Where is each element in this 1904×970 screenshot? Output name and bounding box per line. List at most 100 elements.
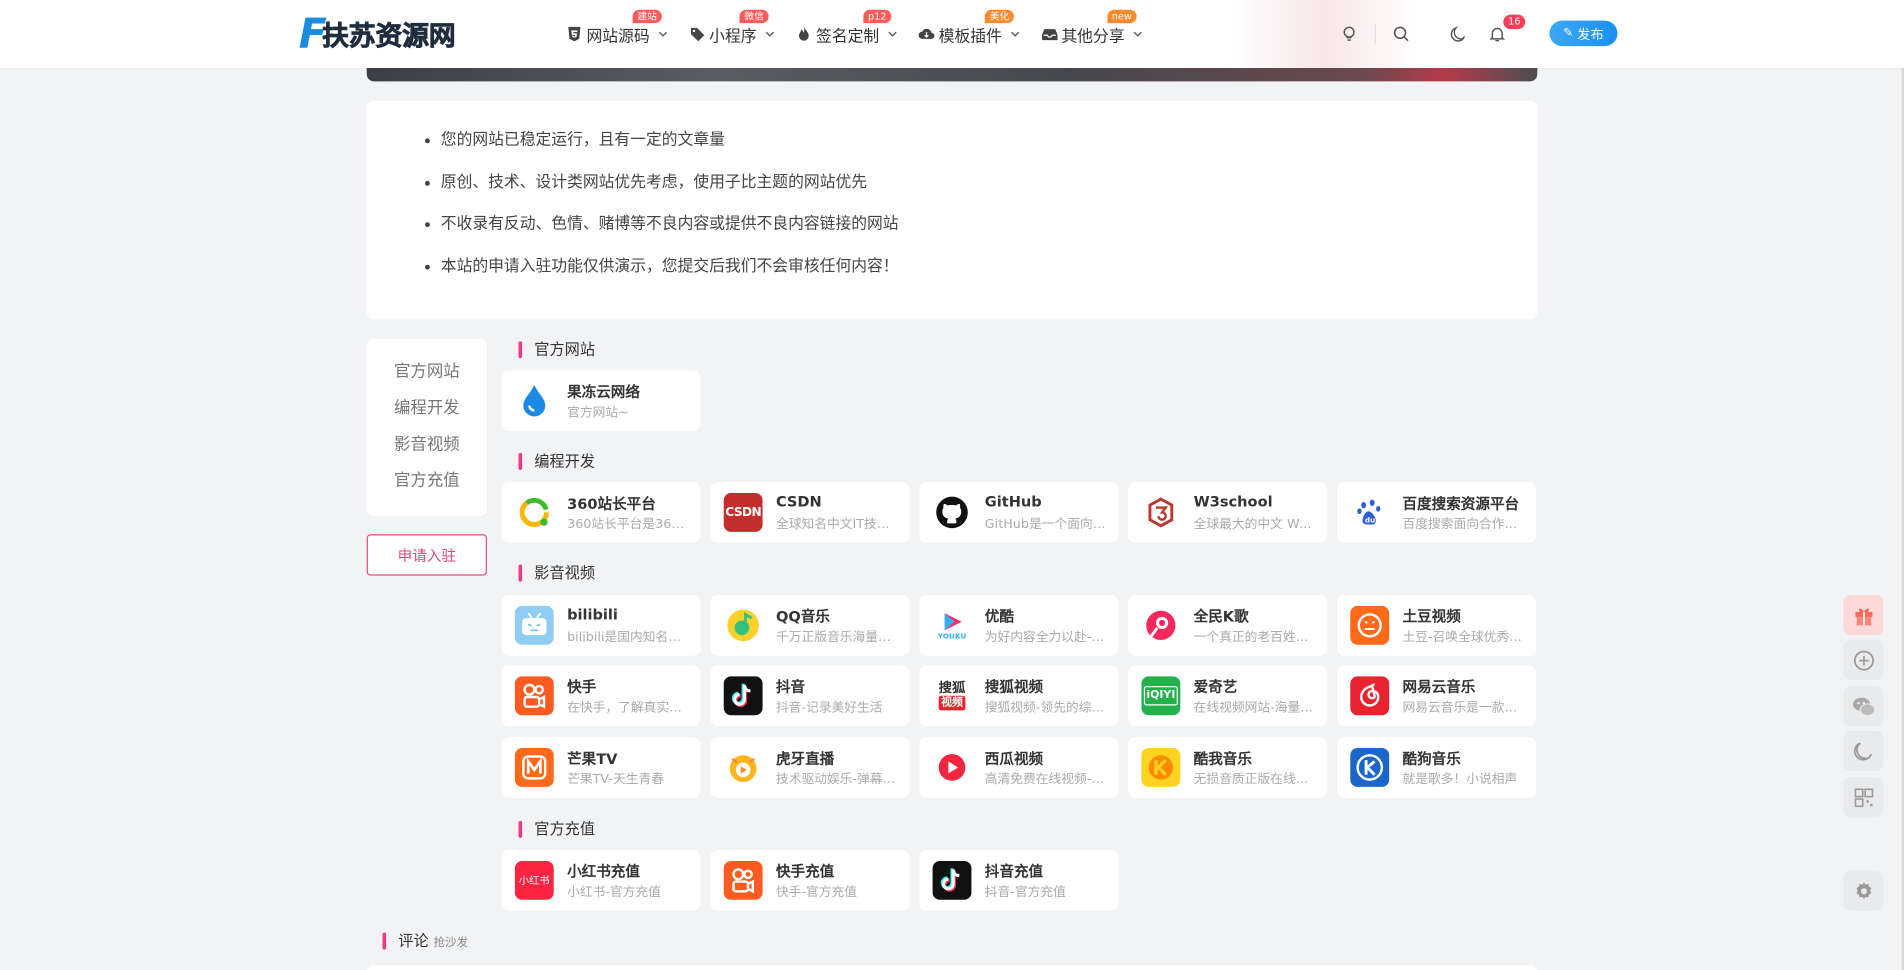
cloud-download-icon — [918, 26, 935, 43]
site-card[interactable]: bilibili bilibili是国内知名的视频弹幕网站 — [501, 595, 701, 656]
site-name: 搜狐视频 — [984, 678, 1044, 696]
gear-icon — [1855, 881, 1871, 899]
site-card[interactable]: 快手充值 快手-官方充值 — [710, 850, 910, 911]
gift-button[interactable] — [1843, 595, 1884, 636]
site-name: 优酷 — [984, 608, 1014, 626]
site-card[interactable]: 土豆视频 土豆-召唤全球优秀视频 — [1336, 595, 1537, 656]
divider — [1374, 24, 1376, 44]
xigua-icon — [933, 748, 972, 787]
site-card[interactable]: du 百度搜索资源平台 百度搜索面向合作伙伴 — [1336, 482, 1537, 543]
moon-icon[interactable] — [1447, 23, 1469, 45]
add-button[interactable] — [1843, 639, 1884, 681]
site-card[interactable]: W3school 全球最大的中文 Web 技术教程 — [1128, 482, 1328, 543]
search-icon[interactable] — [1390, 23, 1412, 45]
site-card[interactable]: 芒果TV 芒果TV-天生青春 — [501, 737, 701, 798]
site-card[interactable]: 360站长平台 360站长平台是360搜索 — [501, 482, 701, 543]
category-item-dev[interactable]: 编程开发 — [367, 390, 487, 426]
site-desc: 在快手，了解真实的世界 — [567, 700, 688, 716]
notice-item: 不收录有反动、色情、赌博等不良内容或提供不良内容链接的网站 — [425, 214, 899, 256]
bilibili-icon — [514, 605, 554, 645]
plus-circle-icon — [1853, 650, 1874, 670]
nav-item-signature[interactable]: 签名定制 p12 — [795, 9, 898, 46]
category-item-recharge[interactable]: 官方充值 — [367, 463, 487, 499]
category-item-video[interactable]: 影音视频 — [367, 426, 487, 462]
dark-mode-button[interactable] — [1843, 731, 1884, 772]
site-name: 酷狗音乐 — [1402, 750, 1461, 768]
nav-item-templates[interactable]: 模板插件 美化 — [918, 9, 1021, 46]
site-desc: 无损音质正版在线试听 — [1193, 772, 1316, 787]
site-name: GitHub — [984, 493, 1042, 511]
site-name: 果冻云网络 — [567, 383, 640, 401]
site-name: 芒果TV — [567, 750, 618, 768]
site-card[interactable]: CSDN CSDN 全球知名中文IT技术交流平台 — [710, 482, 910, 543]
baidu-icon: du — [1350, 493, 1389, 532]
site-desc: 高清免费在线视频-西瓜视频 — [984, 772, 1106, 787]
site-card[interactable]: YOUKU 优酷 为好内容全力以赴-优酷 — [919, 595, 1119, 656]
site-card[interactable]: 虎牙直播 技术驱动娱乐-弹幕式互动直播 — [710, 737, 910, 798]
nav-item-other-share[interactable]: 其他分享 new — [1041, 9, 1144, 46]
site-desc: 为好内容全力以赴-优酷 — [984, 630, 1107, 645]
site-card[interactable]: 搜狐 视频 搜狐视频 搜狐视频-领先的综合视频平台 — [919, 665, 1119, 727]
site-card[interactable]: 全民K歌 一个真正的老百姓的K歌平台 — [1128, 595, 1328, 656]
site-desc: 全球最大的中文 Web 技术教程 — [1193, 517, 1315, 532]
site-desc: 百度搜索面向合作伙伴 — [1402, 517, 1524, 532]
site-name: 西瓜视频 — [984, 750, 1044, 768]
wechat-icon — [1852, 697, 1875, 716]
divider — [1429, 24, 1430, 43]
droplet-icon — [515, 381, 554, 420]
tag-icon — [689, 26, 706, 43]
nav-item-mini-program[interactable]: 小程序 微信 — [689, 9, 776, 46]
sohu-icon: 搜狐 视频 — [933, 676, 972, 715]
site-name: 快手充值 — [775, 863, 835, 881]
notice-item: 本站的申请入驻功能仅供演示，您提交后我们不会审核任何内容！ — [425, 256, 899, 298]
section-title: 影音视频 — [518, 563, 595, 582]
site-card[interactable]: 网易云音乐 网易云音乐是一款专注于发现 — [1336, 665, 1537, 727]
nav-item-website-source[interactable]: 网站源码 建站 — [566, 9, 669, 46]
logo-text: 扶苏资源网 — [322, 21, 456, 53]
site-name: 网易云音乐 — [1402, 678, 1476, 696]
pencil-icon: ✎ — [1563, 26, 1574, 41]
qrcode-button[interactable] — [1843, 777, 1884, 818]
iqiyi-icon: iQIYI — [1141, 676, 1181, 716]
site-card[interactable]: 快手 在快手，了解真实的世界 — [501, 665, 701, 727]
qqmusic-icon — [724, 606, 763, 645]
site-desc: 抖音-官方充值 — [984, 885, 1066, 900]
site-card[interactable]: 酷我音乐 无损音质正版在线试听 — [1128, 737, 1328, 798]
html5-icon — [566, 26, 583, 43]
settings-button[interactable] — [1843, 870, 1884, 911]
chevron-down-icon — [658, 31, 668, 37]
site-card[interactable]: iQIYI 爱奇艺 在线视频网站-海量正版高清视频 — [1128, 665, 1328, 727]
header-actions — [1338, 0, 1508, 68]
site-card[interactable]: 小红书 小红书充值 小红书-官方充值 — [501, 850, 701, 911]
site-card[interactable]: QQ音乐 千万正版音乐海量无损曲库 — [710, 595, 910, 656]
site-card[interactable]: GitHub GitHub是一个面向开源 — [919, 482, 1119, 543]
site-card[interactable]: 酷狗音乐 就是歌多！小说相声 — [1336, 737, 1537, 798]
csdn-icon: CSDN — [723, 493, 763, 532]
nav-badge: 美化 — [984, 9, 1015, 23]
site-desc: 360站长平台是360搜索 — [567, 517, 688, 532]
site-card[interactable]: 抖音 抖音-记录美好生活 — [710, 665, 910, 727]
site-card[interactable]: 抖音充值 抖音-官方充值 — [919, 850, 1119, 911]
chevron-down-icon — [888, 31, 897, 37]
wechat-button[interactable] — [1843, 686, 1884, 727]
lightbulb-icon[interactable] — [1338, 23, 1360, 45]
notice-card: 您的网站已稳定运行，且有一定的文章量 原创、技术、设计类网站优先考虑，使用子比主… — [366, 100, 1538, 320]
douyin-icon — [932, 860, 972, 900]
site-name: 抖音 — [775, 678, 806, 696]
gift-icon — [1854, 608, 1872, 625]
apply-button[interactable]: 申请入驻 — [366, 534, 487, 576]
notice-item: 您的网站已稳定运行，且有一定的文章量 — [425, 130, 899, 172]
site-name: QQ音乐 — [775, 608, 830, 626]
kuwo-icon — [1141, 748, 1181, 787]
site-name: bilibili — [567, 605, 618, 623]
site-card[interactable]: 西瓜视频 高清免费在线视频-西瓜视频 — [919, 737, 1119, 798]
nav-badge: 建站 — [632, 9, 662, 23]
netease-icon — [1350, 676, 1390, 716]
site-card[interactable]: 果冻云网络 官方网站~ — [501, 370, 701, 432]
publish-button[interactable]: ✎ 发布 — [1549, 20, 1618, 47]
site-logo[interactable]: F 扶苏资源网 — [299, 13, 456, 54]
category-item-official[interactable]: 官方网站 — [367, 353, 487, 389]
huya-icon — [724, 748, 763, 787]
youku-icon: YOUKU — [933, 606, 972, 645]
site-desc: 就是歌多！小说相声 — [1402, 772, 1518, 787]
